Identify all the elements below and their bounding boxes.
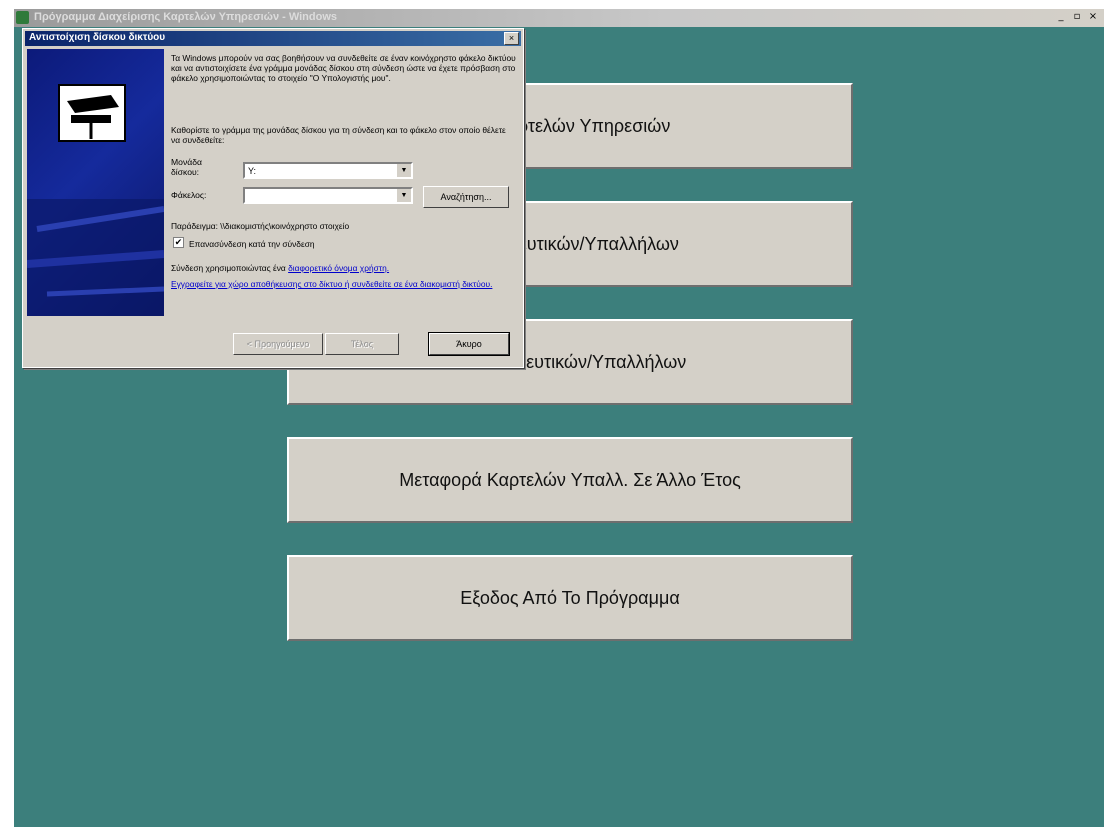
dialog-intro-text: Τα Windows μπορούν να σας βοηθήσουν να σ… — [171, 53, 516, 83]
app-title: Πρόγραμμα Διαχείρισης Καρτελών Υπηρεσιών… — [34, 11, 338, 23]
connect-as-prefix: Σύνδεση χρησιμοποιώντας ένα — [171, 263, 289, 273]
network-storage-link[interactable]: Εγγραφείτε για χώρο αποθήκευσης στο δίκτ… — [171, 279, 517, 289]
dialog-instruction-text: Καθορίστε το γράμμα της μονάδας δίσκου γ… — [171, 125, 506, 145]
app-icon — [16, 11, 29, 24]
cancel-button[interactable]: Άκυρο — [428, 332, 510, 356]
close-window-button[interactable]: × — [1086, 10, 1100, 24]
browse-button[interactable]: Αναζήτηση... — [423, 186, 509, 208]
drive-label: Μονάδα δίσκου: — [171, 157, 202, 177]
network-drive-icon — [27, 84, 164, 316]
example-text: Παράδειγμα: \\διακομιστής\κοινόχρηστο στ… — [171, 221, 350, 231]
dialog-title: Αντιστοίχιση δίσκου δικτύου — [29, 32, 166, 43]
menu-button-exit[interactable]: Εξοδος Από Το Πρόγραμμα — [287, 555, 853, 641]
restore-button[interactable]: ▫ — [1070, 10, 1084, 24]
minimize-button[interactable]: _ — [1054, 10, 1068, 24]
back-button[interactable]: < Προηγούμενο — [233, 333, 323, 355]
connect-as-text: Σύνδεση χρησιμοποιώντας ένα διαφορετικό … — [171, 263, 517, 273]
map-network-drive-dialog: Αντιστοίχιση δίσκου δικτύου × Τα Windows… — [22, 28, 524, 368]
app-titlebar[interactable]: Πρόγραμμα Διαχείρισης Καρτελών Υπηρεσιών… — [14, 9, 1104, 27]
folder-label: Φάκελος: — [171, 190, 207, 200]
drive-select[interactable]: Y: ▼ — [243, 162, 413, 179]
wizard-banner-image — [27, 49, 164, 316]
chevron-down-icon[interactable]: ▼ — [396, 164, 411, 177]
dialog-titlebar[interactable]: Αντιστοίχιση δίσκου δικτύου × — [25, 31, 521, 46]
drive-value: Y: — [248, 166, 257, 176]
reconnect-checkbox[interactable]: ✔ — [173, 237, 184, 248]
dialog-close-button[interactable]: × — [504, 32, 519, 45]
window-controls: _ ▫ × — [1054, 10, 1100, 24]
reconnect-label: Επανασύνδεση κατά την σύνδεση — [189, 239, 315, 249]
chevron-down-icon[interactable]: ▼ — [396, 189, 411, 202]
different-user-link[interactable]: διαφορετικό όνομα χρήστη. — [288, 263, 389, 273]
menu-button-transfer-cards[interactable]: Μεταφορά Καρτελών Υπαλλ. Σε Άλλο Έτος — [287, 437, 853, 523]
folder-input[interactable]: ▼ — [243, 187, 413, 204]
finish-button[interactable]: Τέλος — [325, 333, 399, 355]
